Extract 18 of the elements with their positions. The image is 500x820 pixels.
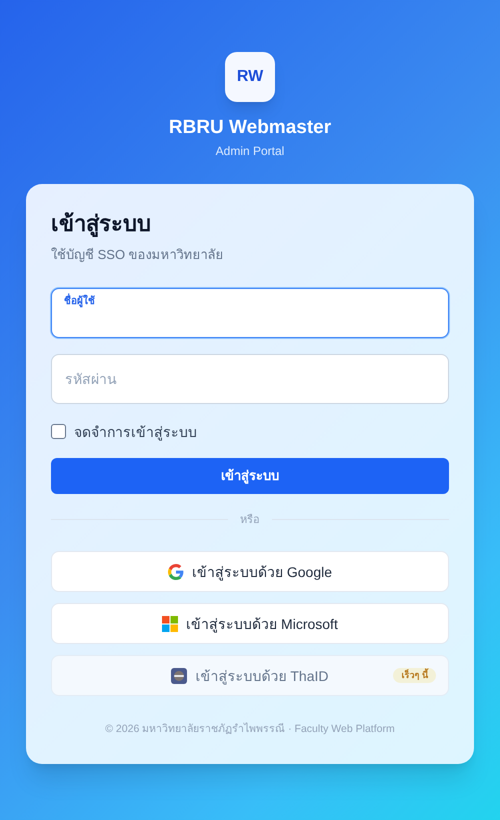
app-title: RBRU Webmaster: [168, 116, 332, 140]
login-button[interactable]: เข้าสู่ระบบ: [51, 458, 449, 494]
card-title: เข้าสู่ระบบ: [51, 210, 152, 237]
google-logo-icon: [168, 564, 184, 580]
footer-text: © 2026 มหาวิทยาลัยราชภัฏรำไพพรรณี · Faculty Web Platform: [104, 722, 396, 737]
app-subtitle: Admin Portal: [216, 142, 284, 158]
remember-checkbox[interactable]: [51, 424, 66, 439]
card-subtitle: ใช้บัญชี SSO ของมหาวิทยาลัย: [51, 246, 225, 264]
logo-badge: RW: [225, 52, 275, 102]
windows-logo-icon: [162, 616, 178, 632]
app-logo-icon: [171, 668, 188, 684]
input-field[interactable]: [51, 288, 449, 338]
sign-in-provider-button[interactable]: เข้าสู่ระบบด้วย Microsoft: [51, 603, 449, 644]
field-label: ชื่อผู้ใช้: [64, 294, 95, 308]
divider-text: หรือ: [240, 512, 260, 528]
sign-in-provider-button[interactable]: เข้าสู่ระบบด้วย Google: [51, 551, 449, 592]
remember-label: จดจำการเข้าสู่ระบบ: [74, 422, 197, 442]
coming-soon-badge: เร็วๆ นี้: [393, 668, 436, 683]
